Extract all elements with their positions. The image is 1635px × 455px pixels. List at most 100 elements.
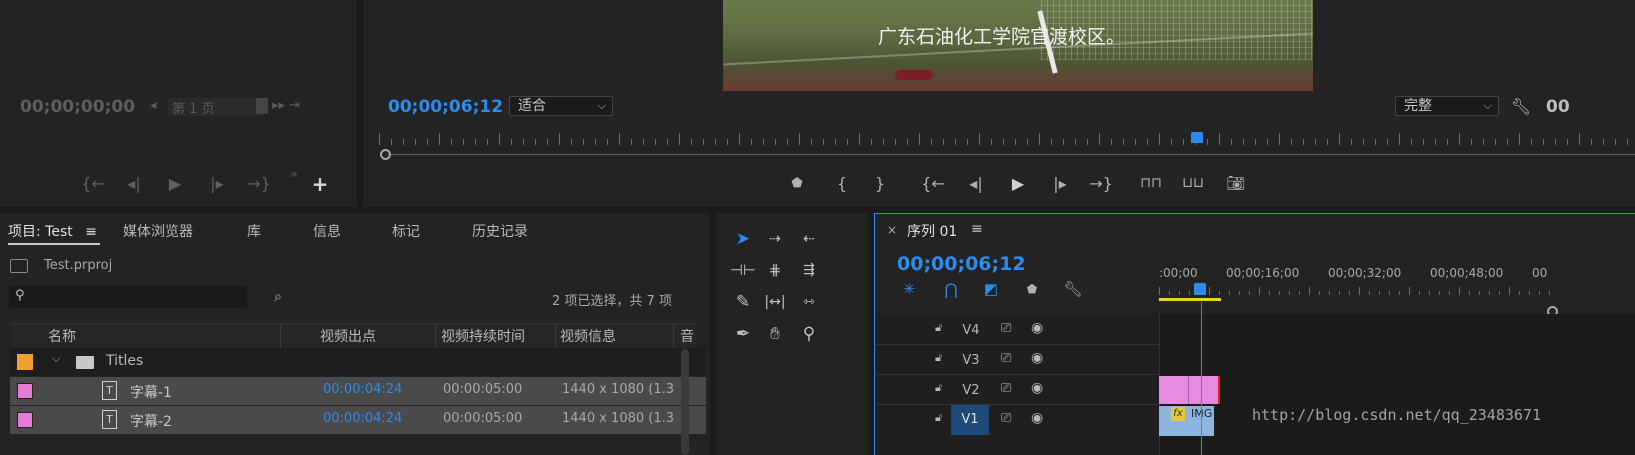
column-video-info[interactable]: 视频信息 bbox=[560, 326, 616, 346]
track-v4: 🔓︎ V4 ⎚ ◉ bbox=[875, 315, 1159, 345]
play-icon[interactable]: ▶ bbox=[165, 173, 185, 193]
sequence-timecode[interactable]: 00;00;06;12 bbox=[897, 253, 1026, 275]
ruler-tick bbox=[1399, 291, 1400, 295]
track-label[interactable]: V4 bbox=[955, 320, 987, 342]
settings-wrench-icon[interactable]: 🔧︎ bbox=[1511, 96, 1531, 116]
timeline-settings-wrench-icon[interactable]: 🔧︎ bbox=[1063, 279, 1083, 299]
label-color-swatch[interactable] bbox=[17, 383, 33, 399]
timeline-ruler[interactable]: :00;00 00;00;16;00 00;00;32;00 00;00;48;… bbox=[1159, 254, 1635, 304]
quality-select[interactable]: 完整 ⌵ bbox=[1395, 96, 1499, 116]
go-to-out-icon[interactable]: →} bbox=[247, 173, 271, 193]
program-ruler[interactable] bbox=[379, 130, 1635, 160]
go-to-out-icon[interactable]: →} bbox=[1089, 173, 1113, 193]
label-color-swatch[interactable] bbox=[17, 354, 33, 370]
vertical-scrollbar[interactable] bbox=[681, 349, 689, 455]
playhead-marker-icon[interactable] bbox=[1191, 132, 1203, 143]
step-back-icon[interactable]: ◂| bbox=[965, 173, 987, 193]
program-timecode[interactable]: 00;00;06;12 bbox=[388, 97, 503, 117]
search-input[interactable]: ⚲ bbox=[9, 286, 247, 308]
column-audio[interactable]: 音 bbox=[680, 326, 694, 346]
source-timecode[interactable]: 00;00;00;00 bbox=[20, 97, 135, 117]
add-marker-icon[interactable]: ⬟ bbox=[1023, 280, 1041, 298]
expand-chevron-icon[interactable]: ⌵ bbox=[52, 352, 60, 366]
timeline-playhead-icon[interactable] bbox=[1194, 283, 1206, 295]
list-item-title-2[interactable]: T 字幕-2 00:00:04:24 00:00:05:00 1440 x 10… bbox=[10, 406, 706, 434]
tab-info[interactable]: 信息 bbox=[313, 221, 341, 241]
zoom-handle-icon[interactable] bbox=[380, 149, 391, 160]
close-tab-icon[interactable]: × bbox=[887, 223, 897, 237]
step-forward-icon[interactable]: |▸ bbox=[207, 173, 227, 193]
new-search-bin-icon[interactable]: ⌕ bbox=[268, 288, 288, 306]
tab-history[interactable]: 历史记录 bbox=[472, 221, 528, 241]
export-frame-camera-icon[interactable]: 📷︎ bbox=[1225, 173, 1247, 193]
track-label[interactable]: V3 bbox=[955, 350, 987, 372]
fit-select[interactable]: 适合 ⌵ bbox=[509, 96, 613, 116]
razor-tool-icon[interactable]: ✎ bbox=[728, 288, 758, 316]
tab-libraries[interactable]: 库 bbox=[247, 221, 261, 241]
watermark: http://blog.csdn.net/qq_23483671 bbox=[1252, 406, 1541, 424]
extract-icon[interactable]: ⊔⊔ bbox=[1181, 173, 1205, 193]
column-video-out[interactable]: 视频出点 bbox=[320, 326, 376, 346]
page-label[interactable]: 第 1 页 bbox=[168, 98, 260, 117]
title-clip-v2[interactable] bbox=[1159, 376, 1220, 404]
eye-icon[interactable]: ◉ bbox=[1031, 320, 1043, 336]
tab-markers[interactable]: 标记 bbox=[392, 221, 420, 241]
video-clip-v1[interactable]: fx IMG bbox=[1159, 406, 1214, 436]
ruler-tick bbox=[919, 133, 920, 145]
column-name[interactable]: 名称 bbox=[48, 326, 76, 346]
add-marker-icon[interactable]: ⬟ bbox=[788, 173, 806, 193]
track-select-forward-icon[interactable]: ⇢ bbox=[760, 225, 790, 253]
step-forward-icon[interactable]: |▸ bbox=[1049, 173, 1071, 193]
lock-icon[interactable]: 🔓︎ bbox=[935, 351, 942, 365]
sync-lock-icon[interactable]: ⎚ bbox=[1001, 411, 1011, 426]
mark-in-out-icon[interactable]: {← bbox=[81, 173, 105, 193]
selection-tool-icon[interactable]: ➤ bbox=[728, 225, 758, 253]
ruler-tick bbox=[811, 139, 812, 145]
tab-project[interactable]: 项目: Test ≡ bbox=[8, 221, 97, 241]
track-select-backward-icon[interactable]: ⇠ bbox=[794, 225, 824, 253]
next-page-icon[interactable]: ▸▸ ⇥ bbox=[272, 98, 300, 113]
track-label-active[interactable]: V1 bbox=[951, 405, 989, 435]
sync-lock-icon[interactable]: ⎚ bbox=[1001, 351, 1011, 366]
page-drag-handle[interactable] bbox=[256, 98, 268, 114]
slide-tool-icon[interactable]: ⇿ bbox=[794, 288, 824, 316]
slip-tool-icon[interactable]: |↔| bbox=[760, 288, 790, 316]
play-icon[interactable]: ▶ bbox=[1007, 173, 1029, 193]
list-item-folder[interactable]: ⌵ Titles bbox=[10, 348, 706, 376]
lock-icon[interactable]: 🔓︎ bbox=[935, 321, 942, 335]
go-to-in-icon[interactable]: {← bbox=[921, 173, 945, 193]
sync-lock-icon[interactable]: ⎚ bbox=[1001, 381, 1011, 396]
step-back-icon[interactable]: ◂| bbox=[124, 173, 144, 193]
track-label[interactable]: V2 bbox=[955, 380, 987, 402]
more-controls-icon[interactable]: » bbox=[287, 167, 301, 181]
prev-page-icon[interactable]: ◂ bbox=[150, 98, 157, 113]
label-color-swatch[interactable] bbox=[17, 412, 33, 428]
mark-out-icon[interactable]: } bbox=[871, 173, 889, 193]
mark-in-icon[interactable]: { bbox=[833, 173, 851, 193]
eye-icon[interactable]: ◉ bbox=[1031, 350, 1043, 366]
column-video-duration[interactable]: 视频持续时间 bbox=[441, 326, 525, 346]
in-out-range-bar[interactable] bbox=[1159, 298, 1221, 301]
pen-tool-icon[interactable]: ✒ bbox=[728, 320, 758, 348]
hand-tool-icon[interactable]: ✋︎ bbox=[760, 320, 790, 348]
nest-toggle-icon[interactable]: ✳ bbox=[899, 279, 919, 299]
rate-stretch-icon[interactable]: ⇶ bbox=[794, 256, 824, 284]
list-item-title-1[interactable]: T 字幕-1 00:00:04:24 00:00:05:00 1440 x 10… bbox=[10, 377, 706, 405]
panel-menu-icon[interactable]: ≡ bbox=[85, 224, 97, 240]
snap-magnet-icon[interactable]: ⋂ bbox=[941, 279, 961, 299]
tab-media-browser[interactable]: 媒体浏览器 bbox=[123, 221, 193, 241]
eye-icon[interactable]: ◉ bbox=[1031, 410, 1043, 426]
ripple-edit-icon[interactable]: ⊣⊢ bbox=[728, 256, 758, 284]
sequence-tab-title[interactable]: 序列 01 bbox=[907, 221, 957, 241]
panel-menu-icon[interactable]: ≡ bbox=[971, 221, 983, 237]
add-button-icon[interactable]: + bbox=[310, 172, 330, 196]
zoom-tool-icon[interactable]: ⚲ bbox=[794, 320, 824, 348]
linked-selection-icon[interactable]: ◩ bbox=[981, 279, 1001, 299]
rolling-edit-icon[interactable]: ⋕ bbox=[760, 256, 790, 284]
lock-icon[interactable]: 🔓︎ bbox=[935, 411, 942, 425]
lock-icon[interactable]: 🔓︎ bbox=[935, 381, 942, 395]
lift-icon[interactable]: ⊓⊓ bbox=[1139, 173, 1163, 193]
ruler-tick bbox=[691, 139, 692, 145]
sync-lock-icon[interactable]: ⎚ bbox=[1001, 321, 1011, 336]
eye-icon[interactable]: ◉ bbox=[1031, 380, 1043, 396]
